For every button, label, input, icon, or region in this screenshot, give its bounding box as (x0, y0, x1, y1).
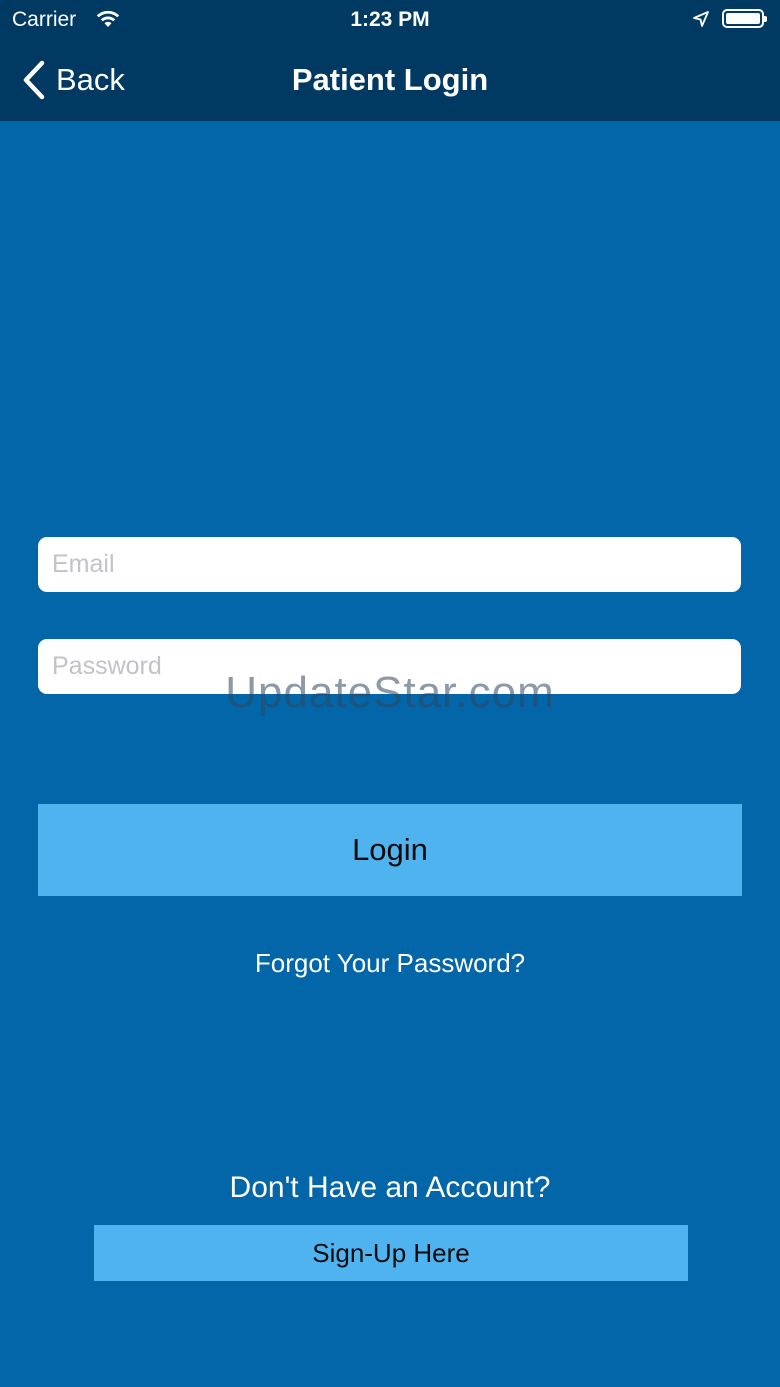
status-time: 1:23 PM (350, 8, 430, 31)
no-account-label: Don't Have an Account? (229, 1171, 551, 1204)
location-arrow-icon (692, 10, 710, 34)
signup-button[interactable]: Sign-Up Here (94, 1225, 688, 1281)
status-bar: Carrier 1:23 PM (0, 0, 780, 40)
navigation-bar: Carrier 1:23 PM Back Patient Login (0, 0, 780, 121)
forgot-password-link[interactable]: Forgot Your Password? (0, 948, 780, 979)
email-field[interactable] (38, 537, 741, 592)
page-title: Patient Login (291, 62, 489, 97)
password-field[interactable] (38, 639, 741, 694)
battery-icon (722, 9, 767, 28)
login-button[interactable]: Login (38, 804, 742, 896)
